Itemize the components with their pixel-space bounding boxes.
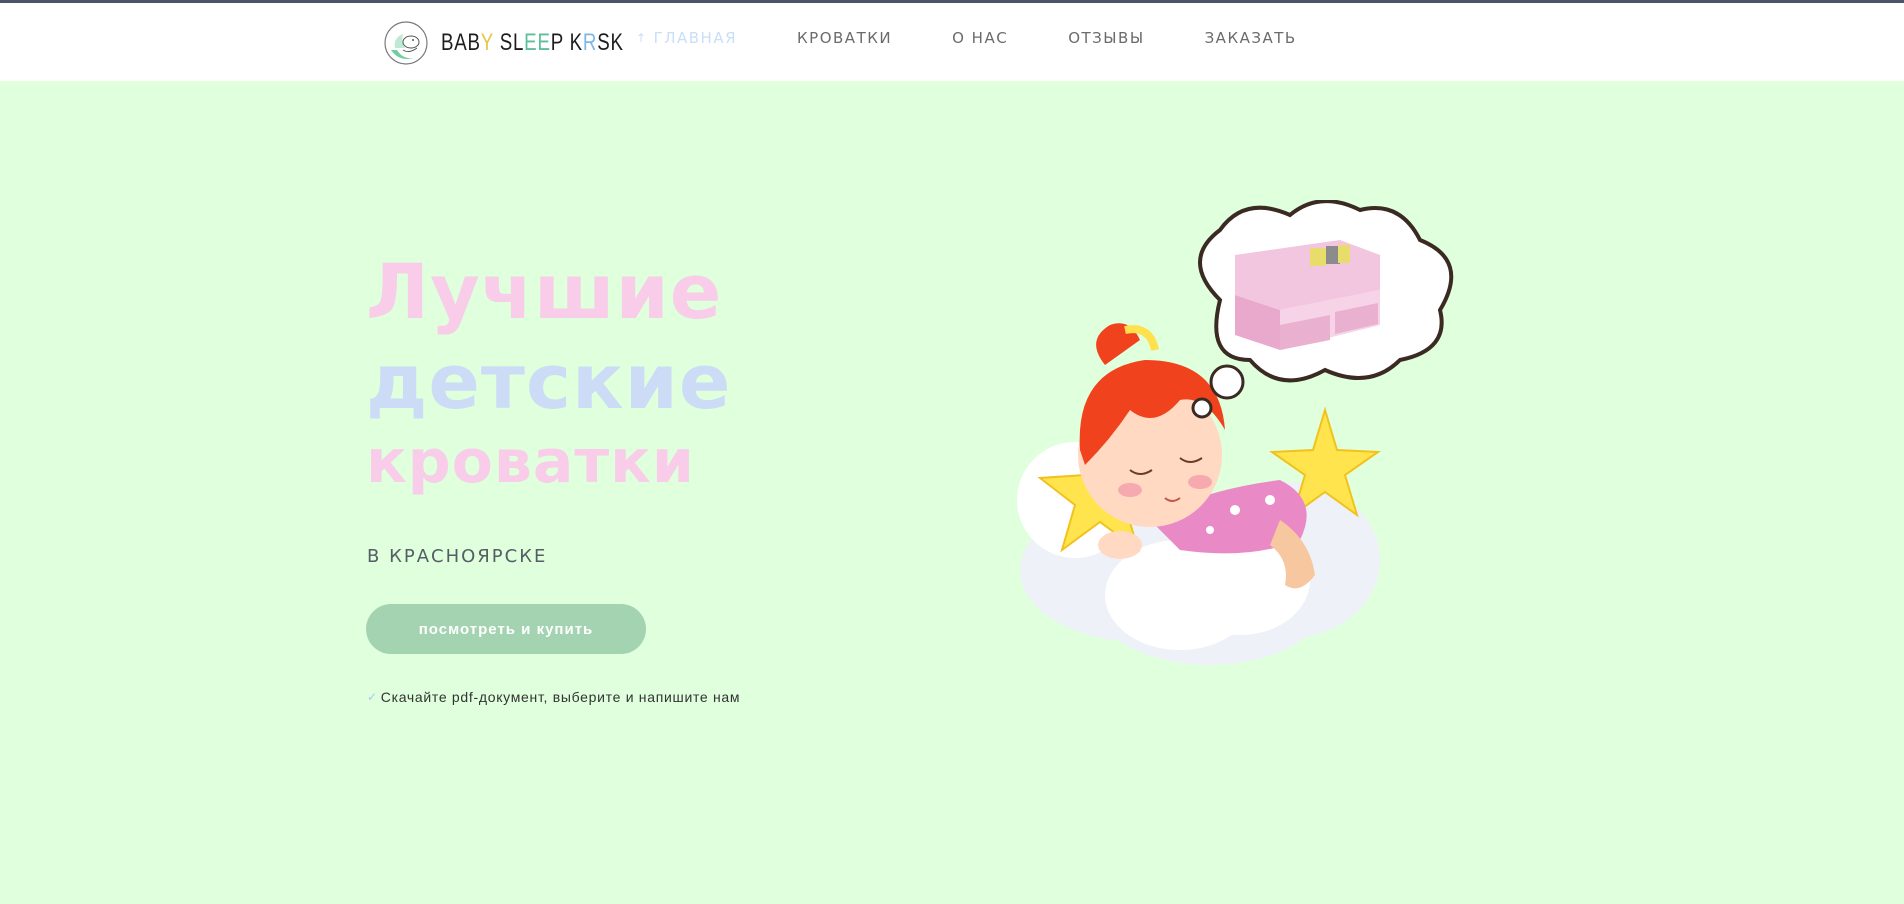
hero-title-line3: кроватки bbox=[366, 427, 695, 497]
hero-subtitle: В КРАСНОЯРСКЕ bbox=[367, 546, 548, 567]
nav-item-home[interactable]: ↑ ГЛАВНАЯ bbox=[636, 29, 737, 47]
nav-item-reviews[interactable]: ОТЗЫВЫ bbox=[1068, 29, 1144, 47]
sleeping-girl-illustration bbox=[980, 199, 1500, 680]
download-note-text: Скачайте pdf-документ, выберите и напиши… bbox=[380, 689, 741, 705]
logo-text: BABY SLEEP KRSK bbox=[441, 29, 624, 56]
logo[interactable]: BABY SLEEP KRSK bbox=[383, 19, 675, 67]
main-nav: ↑ ГЛАВНАЯ КРОВАТКИ О НАС ОТЗЫВЫ ЗАКАЗАТЬ bbox=[636, 29, 1357, 47]
download-note[interactable]: ✓ Скачайте pdf-документ, выберите и напи… bbox=[367, 689, 740, 705]
nav-item-cribs[interactable]: КРОВАТКИ bbox=[797, 29, 892, 47]
hero-title: Лучшие детские кроватки bbox=[366, 247, 732, 497]
view-and-buy-button[interactable]: посмотреть и купить bbox=[366, 604, 646, 654]
hero-title-line2: детские bbox=[366, 337, 732, 426]
arrow-up-icon: ↑ bbox=[636, 31, 648, 45]
header: BABY SLEEP KRSK ↑ ГЛАВНАЯ КРОВАТКИ О НАС … bbox=[0, 3, 1904, 81]
page: BABY SLEEP KRSK ↑ ГЛАВНАЯ КРОВАТКИ О НАС … bbox=[0, 0, 1904, 904]
check-icon: ✓ bbox=[367, 690, 378, 704]
hero-title-line1: Лучшие bbox=[366, 247, 723, 336]
baby-sleeping-moon-icon bbox=[383, 20, 429, 66]
nav-item-order[interactable]: ЗАКАЗАТЬ bbox=[1205, 29, 1297, 47]
nav-item-about[interactable]: О НАС bbox=[952, 29, 1008, 47]
